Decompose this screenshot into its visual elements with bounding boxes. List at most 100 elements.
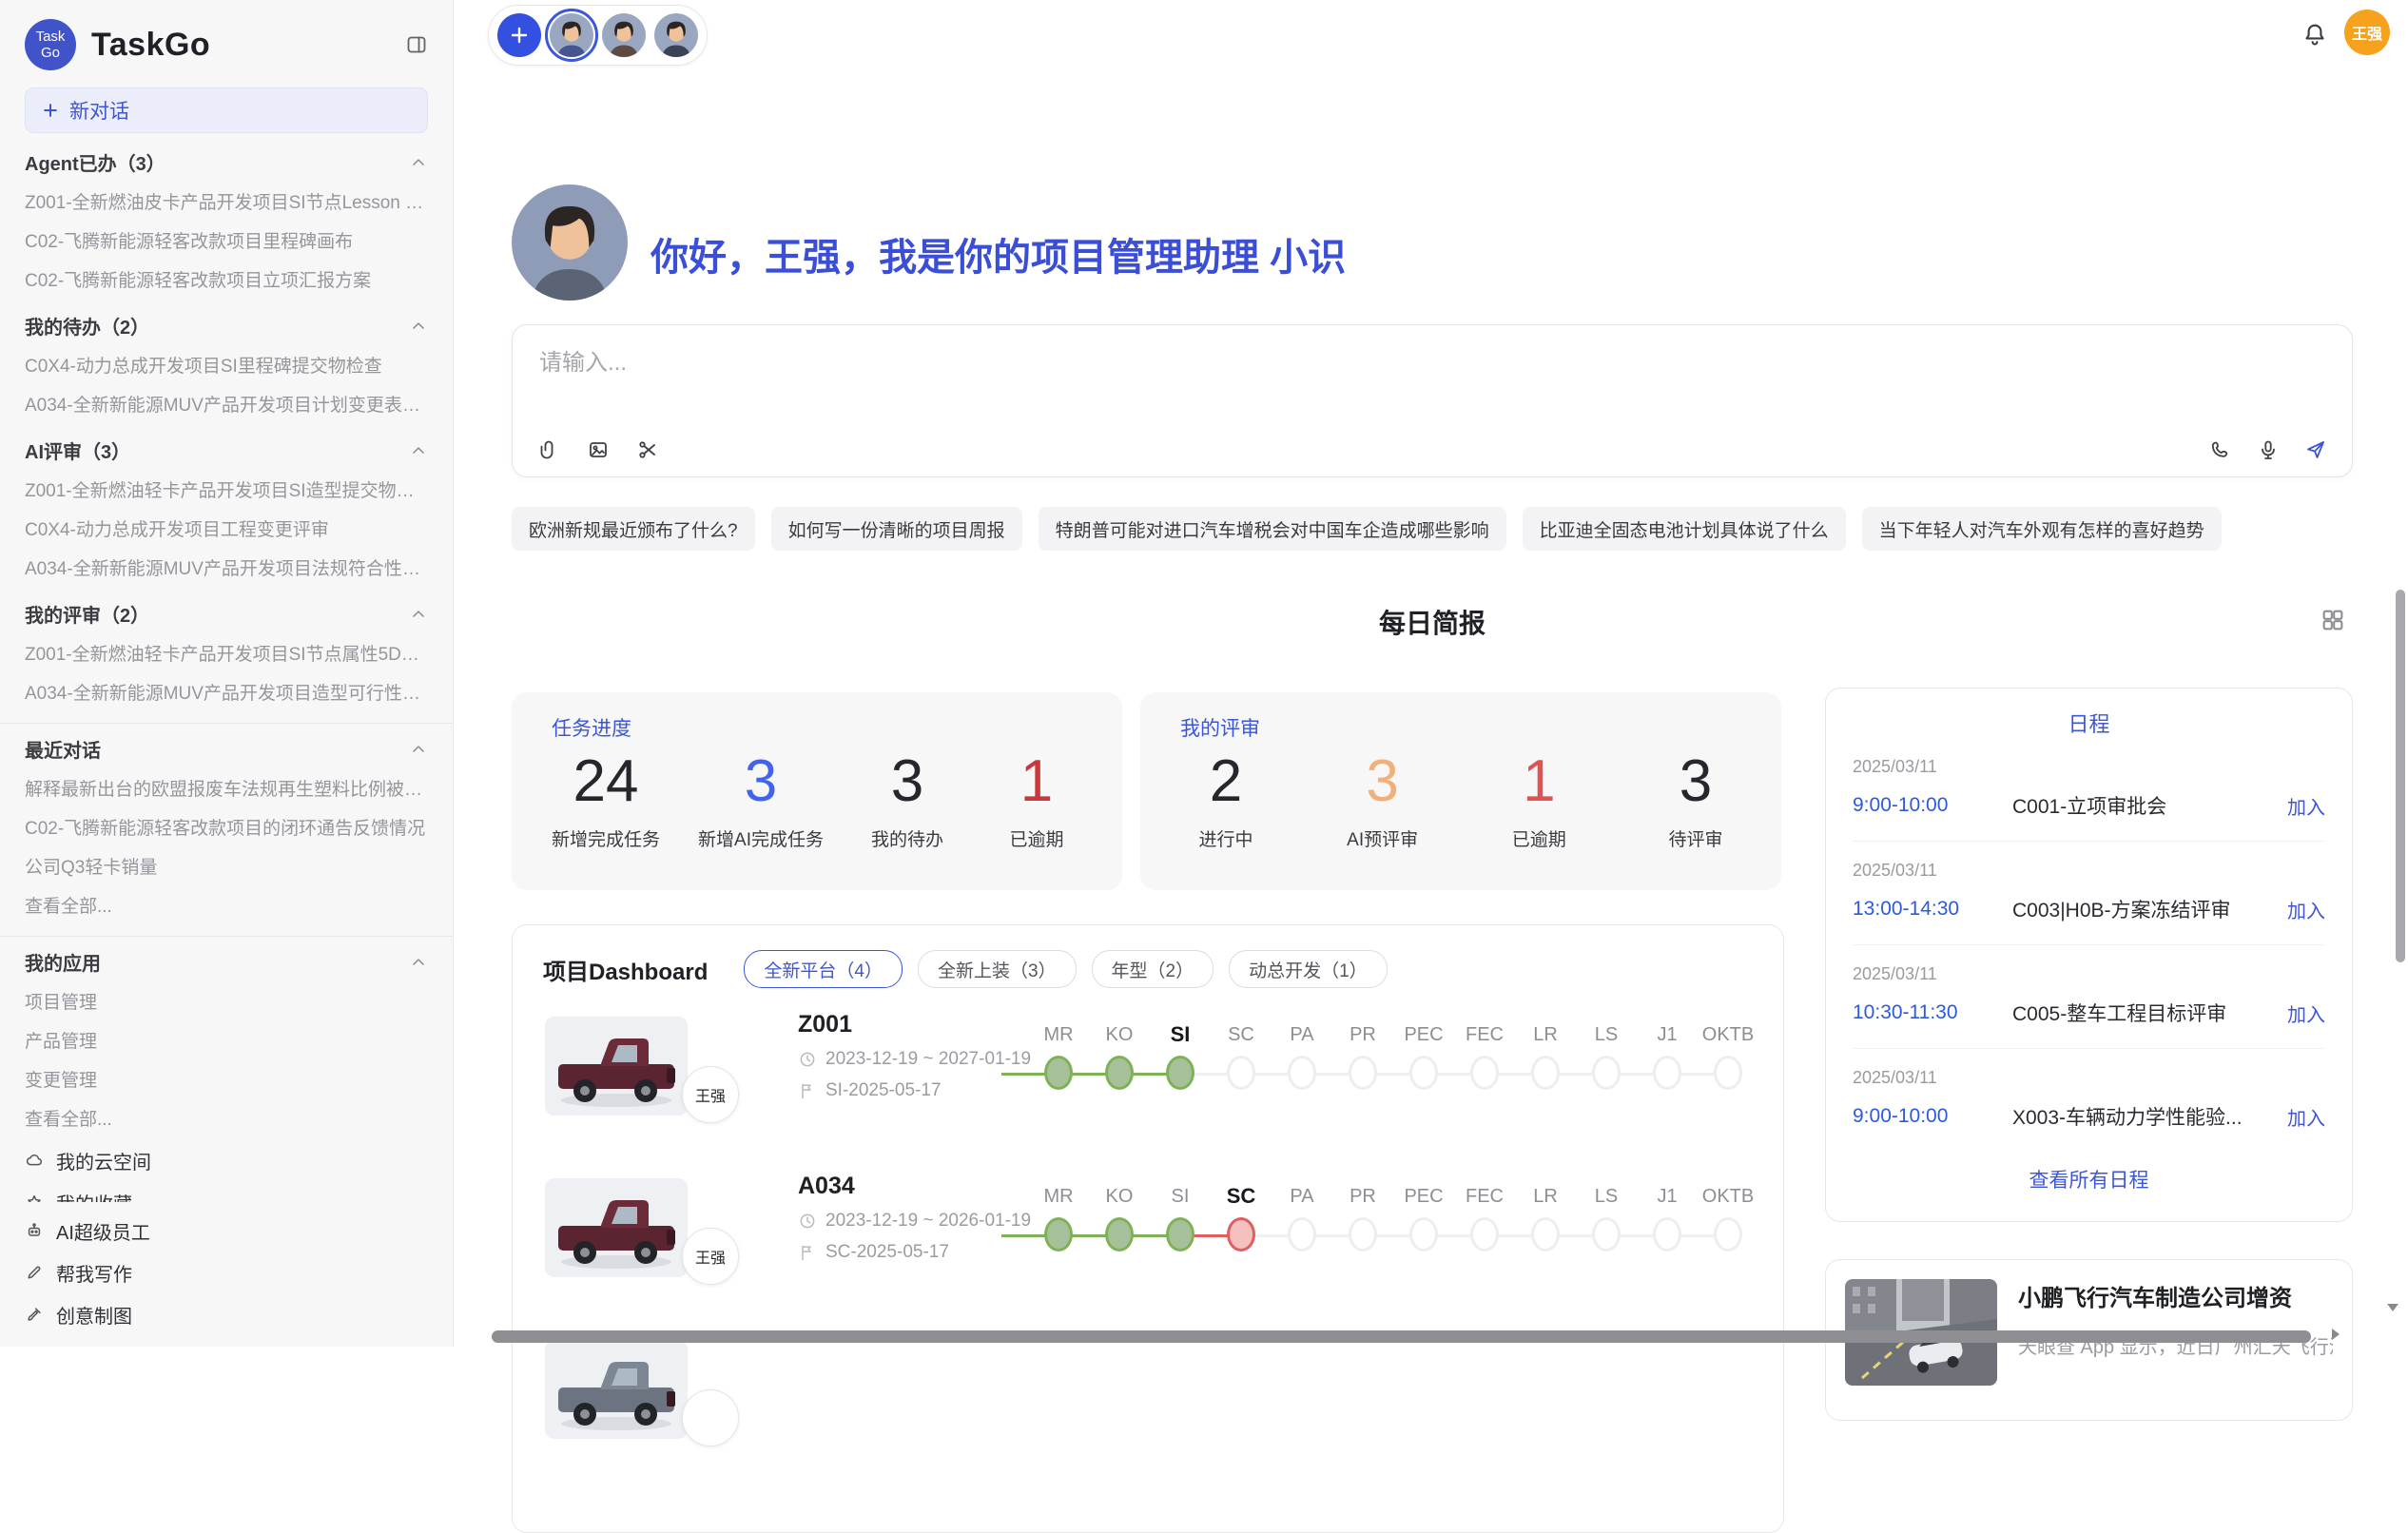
suggestion-chip[interactable]: 特朗普可能对进口汽车增税会对中国车企造成哪些影响 [1039, 507, 1506, 551]
scissors-icon[interactable] [636, 438, 659, 461]
session-avatar[interactable] [550, 13, 593, 57]
milestone-dot-oktb[interactable] [1714, 1217, 1742, 1252]
dashboard-tab[interactable]: 动总开发（1） [1229, 950, 1388, 988]
new-chat-button[interactable]: 新对话 [25, 87, 428, 133]
sidebar-section-header[interactable]: 最近对话 [25, 728, 428, 770]
paperclip-icon[interactable] [537, 438, 560, 461]
project-code[interactable]: A034 [798, 1173, 1031, 1200]
recent-chat-item[interactable]: 公司Q3轻卡销量 [25, 848, 428, 887]
dashboard-tab[interactable]: 全新上装（3） [918, 950, 1077, 988]
sidebar-item[interactable]: A034-全新新能源MUV产品开发项目计划变更表编写 [25, 386, 428, 425]
new-chat-label: 新对话 [69, 96, 129, 125]
sidebar-section-header[interactable]: Agent已办（3） [25, 141, 428, 184]
join-meeting-link[interactable]: 加入 [2287, 896, 2325, 923]
milestone-dot-pa[interactable] [1288, 1056, 1316, 1090]
milestone-dot-mr[interactable] [1044, 1217, 1073, 1252]
milestone-dot-oktb[interactable] [1714, 1056, 1742, 1090]
chevron-up-icon [409, 740, 428, 759]
mic-icon[interactable] [2257, 438, 2280, 461]
sidebar-item[interactable]: A034-全新新能源MUV产品开发项目法规符合性评审 [25, 550, 428, 589]
milestone-dot-sc[interactable] [1227, 1217, 1255, 1252]
milestone-dot-j1[interactable] [1653, 1056, 1681, 1090]
milestone-label: MR [1028, 1019, 1089, 1051]
image-icon[interactable] [587, 438, 610, 461]
chat-input[interactable] [524, 337, 2340, 390]
sidebar-footer-item[interactable]: 帮我写作 [25, 1252, 428, 1293]
milestone-dot-pec[interactable] [1409, 1056, 1438, 1090]
milestone-dot-si[interactable] [1166, 1056, 1194, 1090]
suggestion-chip[interactable]: 比亚迪全固态电池计划具体说了什么 [1523, 507, 1846, 551]
stat-label: 已逾期 [991, 825, 1082, 851]
sidebar-section-header[interactable]: 我的应用 [25, 941, 428, 983]
sidebar-footer-item[interactable]: AI超级员工 [25, 1210, 428, 1252]
milestone-dot-fec[interactable] [1470, 1056, 1499, 1090]
dashboard-tab[interactable]: 全新平台（4） [744, 950, 903, 988]
session-avatar[interactable] [654, 13, 698, 57]
user-avatar[interactable]: 王强 [2344, 10, 2390, 55]
milestone-dot-pa[interactable] [1288, 1217, 1316, 1252]
sidebar-item[interactable]: C02-飞腾新能源轻客改款项目立项汇报方案 [25, 262, 428, 301]
sidebar-item[interactable]: C0X4-动力总成开发项目SI里程碑提交物检查 [25, 347, 428, 386]
app-menu-item[interactable]: 查看全部... [25, 1100, 428, 1139]
milestone-dot-ko[interactable] [1105, 1217, 1134, 1252]
milestone-dot-lr[interactable] [1531, 1056, 1560, 1090]
sidebar-section-header[interactable]: AI评审（3） [25, 429, 428, 472]
sidebar-footer-label: 创意制图 [56, 1301, 132, 1329]
session-avatar[interactable] [602, 13, 646, 57]
clock-icon [798, 1050, 817, 1069]
vertical-scrollbar[interactable] [2396, 590, 2405, 962]
recent-chat-item[interactable]: C02-飞腾新能源轻客改款项目的闭环通告反馈情况 [25, 809, 428, 848]
milestone-label: PR [1332, 1019, 1393, 1051]
milestone-dot-ko[interactable] [1105, 1056, 1134, 1090]
plus-icon [41, 101, 60, 120]
milestone-dot-pr[interactable] [1349, 1056, 1377, 1090]
sidebar-item[interactable]: A034-全新新能源MUV产品开发项目造型可行性评审 [25, 674, 428, 713]
scroll-down-arrow-icon[interactable] [2381, 1295, 2404, 1318]
suggestion-chip[interactable]: 欧洲新规最近颁布了什么? [512, 507, 755, 551]
app-menu-item[interactable]: 项目管理 [25, 983, 428, 1022]
recent-chat-item[interactable]: 解释最新出台的欧盟报废车法规再生塑料比例被调至15%... [25, 770, 428, 809]
app-header: Task Go TaskGo [25, 15, 428, 74]
milestone-dot-mr[interactable] [1044, 1056, 1073, 1090]
join-meeting-link[interactable]: 加入 [2287, 792, 2325, 820]
dashboard-tab[interactable]: 年型（2） [1092, 950, 1214, 988]
project-code[interactable]: Z001 [798, 1011, 1031, 1038]
suggestion-chip[interactable]: 如何写一份清晰的项目周报 [771, 507, 1022, 551]
milestone-dot-fec[interactable] [1470, 1217, 1499, 1252]
milestone-dot-pec[interactable] [1409, 1217, 1438, 1252]
collapse-sidebar-icon[interactable] [405, 33, 428, 56]
milestone-dot-sc[interactable] [1227, 1056, 1255, 1090]
sidebar-footer-item[interactable]: 创意制图 [25, 1293, 428, 1335]
sidebar-link-label: 我的收藏 [56, 1189, 132, 1203]
sidebar-section-header[interactable]: 我的待办（2） [25, 304, 428, 347]
sidebar-link-cloud[interactable]: 我的云空间 [25, 1139, 428, 1181]
scroll-right-arrow-icon[interactable] [2323, 1323, 2346, 1346]
phone-icon[interactable] [2209, 438, 2232, 461]
notification-bell-icon[interactable] [2301, 21, 2328, 48]
milestone-dot-ls[interactable] [1592, 1217, 1621, 1252]
recent-chat-item[interactable]: 查看全部... [25, 887, 428, 926]
sidebar-item[interactable]: Z001-全新燃油轻卡产品开发项目SI造型提交物评审 [25, 472, 428, 511]
horizontal-scrollbar[interactable] [492, 1330, 2311, 1343]
send-icon[interactable] [2304, 438, 2327, 461]
milestone-dot-ls[interactable] [1592, 1056, 1621, 1090]
view-all-schedule-link[interactable]: 查看所有日程 [1826, 1165, 2352, 1193]
sidebar-link-favorites[interactable]: 我的收藏 [25, 1181, 428, 1202]
milestone-dot-j1[interactable] [1653, 1217, 1681, 1252]
app-menu-item[interactable]: 变更管理 [25, 1061, 428, 1100]
milestone-dot-pr[interactable] [1349, 1217, 1377, 1252]
join-meeting-link[interactable]: 加入 [2287, 1103, 2325, 1131]
sidebar-item[interactable]: C02-飞腾新能源轻客改款项目里程碑画布 [25, 223, 428, 262]
sidebar-item[interactable]: Z001-全新燃油轻卡产品开发项目SI节点属性5D文件评审 [25, 635, 428, 674]
sidebar-item[interactable]: C0X4-动力总成开发项目工程变更评审 [25, 511, 428, 550]
add-session-button[interactable] [497, 13, 541, 57]
grid-layout-icon[interactable] [2320, 607, 2346, 633]
sidebar-section-header[interactable]: 我的评审（2） [25, 592, 428, 635]
sidebar-item[interactable]: Z001-全新燃油皮卡产品开发项目SI节点Lesson Learn报告 [25, 184, 428, 223]
milestone-dot-si[interactable] [1166, 1217, 1194, 1252]
stat-label: 新增AI完成任务 [698, 825, 824, 851]
join-meeting-link[interactable]: 加入 [2287, 999, 2325, 1027]
milestone-dot-lr[interactable] [1531, 1217, 1560, 1252]
suggestion-chip[interactable]: 当下年轻人对汽车外观有怎样的喜好趋势 [1862, 507, 2222, 551]
app-menu-item[interactable]: 产品管理 [25, 1022, 428, 1061]
